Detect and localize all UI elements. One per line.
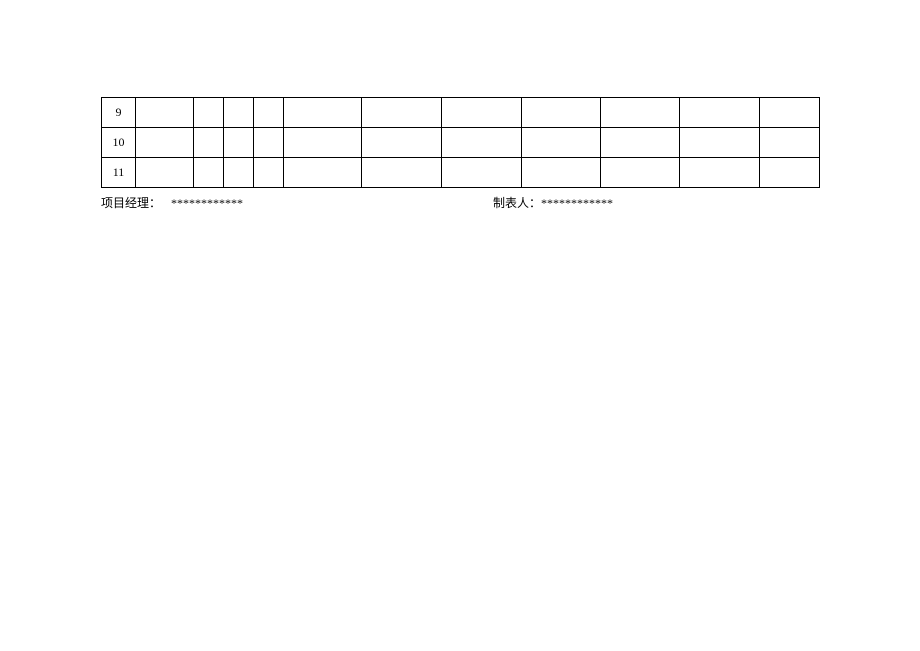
table-cell: [601, 98, 680, 128]
table-cell: [362, 128, 442, 158]
table-cell: [224, 128, 254, 158]
preparer-label: 制表人：: [493, 196, 541, 210]
table-cell: [224, 98, 254, 128]
preparer-value: ************: [541, 196, 613, 210]
table-cell: [284, 158, 362, 188]
table-cell: [601, 158, 680, 188]
footer-line: 项目经理：************ 制表人：************: [101, 194, 819, 213]
pm-label: 项目经理：: [101, 196, 161, 210]
table-cell: [136, 98, 194, 128]
table-cell: [760, 158, 820, 188]
table-cell: [680, 98, 760, 128]
table-cell: [362, 158, 442, 188]
table-cell: [442, 158, 522, 188]
table-cell: [136, 158, 194, 188]
table-row: 10: [102, 128, 820, 158]
content-area: 91011 项目经理：************ 制表人：************: [101, 97, 819, 213]
data-table: 91011: [101, 97, 820, 188]
table-cell: [136, 128, 194, 158]
pm-value: ************: [171, 196, 243, 210]
table-cell: [760, 128, 820, 158]
table-cell: [601, 128, 680, 158]
table-cell: [442, 98, 522, 128]
table-cell: [522, 98, 601, 128]
table-cell: [224, 158, 254, 188]
table-cell: [254, 158, 284, 188]
table-row: 11: [102, 158, 820, 188]
table-cell: [284, 98, 362, 128]
table-cell: [194, 98, 224, 128]
row-number: 9: [102, 98, 136, 128]
table-cell: [760, 98, 820, 128]
row-number: 10: [102, 128, 136, 158]
table-cell: [522, 158, 601, 188]
table-cell: [254, 128, 284, 158]
row-number: 11: [102, 158, 136, 188]
table-cell: [680, 128, 760, 158]
table-cell: [522, 128, 601, 158]
preparer: 制表人：************: [493, 194, 613, 213]
table-cell: [194, 158, 224, 188]
table-cell: [680, 158, 760, 188]
document-page: 91011 项目经理：************ 制表人：************: [0, 0, 920, 651]
table-cell: [194, 128, 224, 158]
table-cell: [362, 98, 442, 128]
project-manager: 项目经理： ************: [101, 194, 243, 213]
table-cell: [442, 128, 522, 158]
table-cell: [254, 98, 284, 128]
table-row: 9: [102, 98, 820, 128]
table-cell: [284, 128, 362, 158]
